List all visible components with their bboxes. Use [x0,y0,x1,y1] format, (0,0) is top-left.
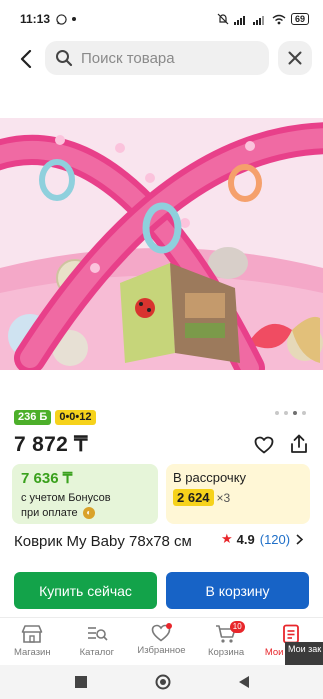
image-carousel-indicator [275,411,306,415]
dot-icon [72,17,77,21]
nav-label-catalog: Каталог [79,647,115,658]
add-to-cart-button[interactable]: В корзину [166,572,309,609]
installment-label: В рассрочку [173,470,247,485]
status-bar: 11:13 69 [0,0,323,38]
bottom-navigation: Магазин Каталог Избранное 10 Корзина Мои… [0,617,323,665]
bonus-coin-icon: ◐ [82,507,95,520]
product-image[interactable] [0,118,323,370]
installment-badge: 0•0•12 [55,410,96,425]
search-input[interactable]: Поиск товара [45,41,269,75]
carousel-dot-active[interactable] [293,411,297,415]
heart-icon [254,436,274,454]
search-placeholder: Поиск товара [81,49,175,67]
bonus-badge: 236 Б [14,410,52,425]
nav-item-favorites[interactable]: Избранное [129,618,194,665]
product-rating[interactable]: ★ 4.9 (120) [221,531,304,547]
battery-indicator: 69 [290,13,309,25]
shop-icon [21,625,43,643]
search-header: Поиск товара [0,38,323,80]
installment-multiplier: ×3 [216,490,231,505]
product-title: Коврик My Baby 78x78 см [14,533,192,550]
bonus-price: 7 636 ₸ [21,470,73,487]
search-icon [56,50,73,67]
mute-icon [217,13,229,25]
recent-apps-icon[interactable] [74,675,88,689]
installment-row: 2 624 ×3 [173,489,303,506]
bonus-description: с учетом Бонусов при оплате ◐ [21,491,149,521]
carousel-dot[interactable] [275,411,279,415]
signal-2-icon [252,15,264,25]
status-time: 11:13 [20,12,51,26]
bonus-line-2-row: при оплате ◐ [21,506,149,521]
promo-badges: 236 Б 0•0•12 [14,410,96,425]
nav-item-cart[interactable]: 10 Корзина [194,618,259,665]
orders-icon [282,624,299,644]
carousel-dot[interactable] [284,411,288,415]
star-icon: ★ [221,531,233,546]
carousel-dot[interactable] [302,411,306,415]
nav-item-shop[interactable]: Магазин [0,618,65,665]
nav-label-favorites: Избранное [137,645,186,656]
baby-mat-illustration [0,118,323,370]
close-search-button[interactable] [278,41,312,75]
back-triangle-icon[interactable] [238,675,250,689]
installment-amount: 2 624 [173,489,214,506]
share-button[interactable] [287,432,311,456]
rating-value: 4.9 [236,531,255,547]
chevron-right-icon [296,533,304,545]
system-navigation-bar [0,665,323,699]
back-button[interactable] [10,39,42,79]
wifi-icon [272,14,286,24]
catalog-icon [87,627,108,641]
status-notification-icons [56,13,77,25]
nav-label-cart: Корзина [207,647,245,658]
installment-card[interactable]: В рассрочку 2 624 ×3 [166,464,310,524]
chevron-left-icon [20,50,32,68]
status-system-icons: 69 [217,13,309,25]
signal-icon [233,15,245,25]
rating-count[interactable]: (120) [260,532,290,547]
home-icon[interactable] [155,674,171,690]
whatsapp-icon [56,13,67,25]
bonus-price-card[interactable]: 7 636 ₸ с учетом Бонусов при оплате ◐ [12,464,158,524]
buy-now-button[interactable]: Купить сейчас [14,572,157,609]
share-icon [291,434,307,453]
close-icon [288,51,302,65]
product-page: 11:13 69 Поиск товара 236 Б 0•0•12 7 872… [0,0,323,699]
bonus-line-2: при оплате [21,507,78,519]
product-price: 7 872 ₸ [14,433,88,456]
favorite-button[interactable] [252,433,276,457]
cart-count-badge: 10 [229,621,245,633]
nav-label-shop: Магазин [13,647,51,658]
bonus-line-1: с учетом Бонусов [21,492,111,504]
nav-item-catalog[interactable]: Каталог [65,618,130,665]
